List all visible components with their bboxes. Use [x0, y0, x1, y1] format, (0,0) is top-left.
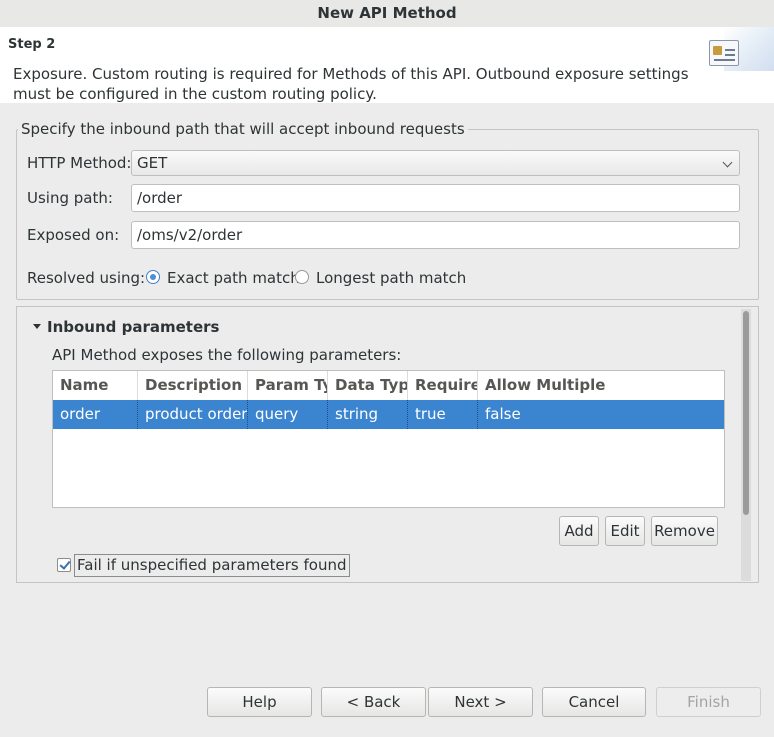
window-title: New API Method	[0, 0, 774, 27]
column-header[interactable]: Description	[138, 371, 248, 400]
icon-line	[725, 54, 735, 56]
panel-scrollbar-thumb[interactable]	[743, 311, 749, 515]
table-cell: product order	[138, 400, 248, 429]
column-header[interactable]: Data Typ	[328, 371, 408, 400]
exposed-on-input[interactable]: /oms/v2/order	[131, 221, 740, 249]
inbound-path-group-title: Specify the inbound path that will accep…	[18, 120, 468, 138]
table-cell: query	[248, 400, 328, 429]
exact-path-label[interactable]: Exact path match	[167, 269, 300, 287]
parameters-table[interactable]: Name Description Param Ty Data Typ Requi…	[52, 370, 725, 508]
exact-path-radio[interactable]	[146, 270, 160, 284]
remove-parameter-button[interactable]: Remove	[651, 516, 718, 546]
finish-button[interactable]: Finish	[656, 687, 761, 717]
next-button[interactable]: Next >	[428, 687, 533, 717]
inbound-parameters-title[interactable]: Inbound parameters	[47, 318, 219, 336]
chevron-down-icon	[722, 157, 733, 168]
table-cell: string	[328, 400, 408, 429]
expand-triangle-icon[interactable]	[33, 324, 41, 329]
wizard-header: Step 2 Exposure. Custom routing is requi…	[0, 27, 774, 103]
using-path-label: Using path:	[27, 189, 113, 207]
step-title: Step 2	[8, 37, 56, 52]
fail-unspecified-label[interactable]: Fail if unspecified parameters found	[74, 554, 350, 577]
exposed-on-label: Exposed on:	[27, 226, 120, 244]
column-header[interactable]: Param Ty	[248, 371, 328, 400]
icon-line	[725, 49, 735, 51]
help-button[interactable]: Help	[207, 687, 312, 717]
fail-unspecified-checkbox[interactable]	[57, 558, 71, 572]
cancel-button[interactable]: Cancel	[542, 687, 646, 717]
parameters-intro: API Method exposes the following paramet…	[52, 346, 402, 364]
column-header[interactable]: Name	[53, 371, 138, 400]
icon-line	[714, 59, 735, 61]
edit-parameter-button[interactable]: Edit	[605, 516, 645, 546]
column-header[interactable]: Allow Multiple	[478, 371, 724, 400]
http-method-select[interactable]: GET	[131, 150, 740, 176]
table-cell: false	[485, 405, 521, 423]
table-cell: true	[408, 400, 478, 429]
using-path-input[interactable]: /order	[131, 184, 740, 212]
add-parameter-button[interactable]: Add	[559, 516, 599, 546]
wizard-banner-icon	[709, 40, 739, 66]
table-cell: order	[53, 400, 138, 429]
http-method-value: GET	[137, 154, 168, 172]
http-method-label: HTTP Method:	[27, 154, 132, 172]
column-header[interactable]: Require	[408, 371, 478, 400]
step-description: Exposure. Custom routing is required for…	[13, 65, 689, 103]
back-button[interactable]: < Back	[321, 687, 426, 717]
longest-path-radio[interactable]	[295, 270, 309, 284]
table-row[interactable]: order product order query string true fa…	[53, 400, 724, 429]
resolved-using-label: Resolved using:	[27, 269, 146, 287]
longest-path-label[interactable]: Longest path match	[316, 269, 466, 287]
lock-icon	[713, 46, 722, 55]
